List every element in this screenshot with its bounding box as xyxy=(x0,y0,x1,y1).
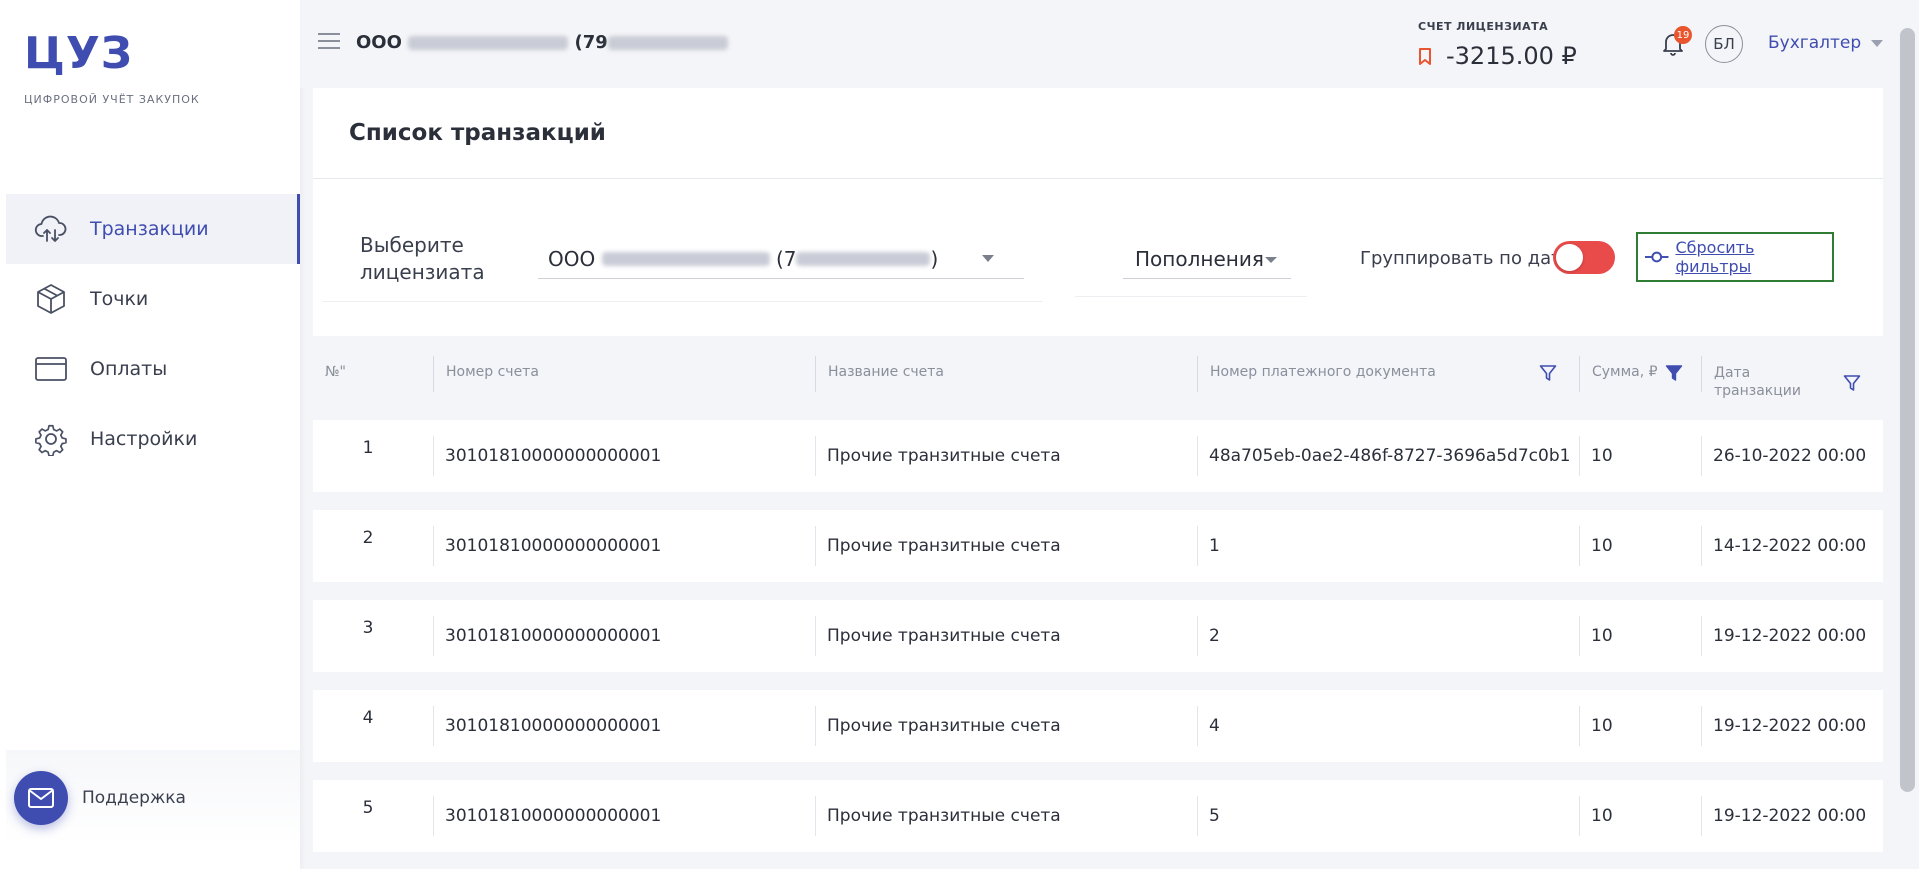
chevron-down-icon xyxy=(982,255,994,262)
group-by-date-toggle[interactable] xyxy=(1553,241,1615,274)
user-role-dropdown[interactable]: Бухгалтер xyxy=(1768,33,1884,53)
table-row[interactable]: 3 30101810000000000001 Прочие транзитные… xyxy=(313,600,1883,672)
filter-active-icon[interactable] xyxy=(1665,364,1683,382)
licensee-select[interactable]: ООО (7) xyxy=(538,240,1024,279)
cell-n: 4 xyxy=(362,708,374,728)
column-header-account-name[interactable]: Название счета xyxy=(815,356,1197,392)
cell-n: 3 xyxy=(362,618,374,638)
transaction-type-select[interactable]: Пополнения xyxy=(1123,240,1291,279)
sidebar-item-label: Оплаты xyxy=(90,358,168,380)
table-row[interactable]: 1 30101810000000000001 Прочие транзитные… xyxy=(313,420,1883,492)
account-label: СЧЕТ ЛИЦЕНЗИАТА xyxy=(1418,20,1549,33)
cell-doc-number: 2 xyxy=(1197,600,1579,672)
cell-account-name: Прочие транзитные счета xyxy=(815,510,1197,582)
cube-icon xyxy=(34,282,68,316)
sidebar: ЦУЗ ЦИФРОВОЙ УЧЁТ ЗАКУПОК Транзакции Точ… xyxy=(0,0,300,869)
sidebar-item-payments[interactable]: Оплаты xyxy=(6,334,300,404)
account-balance-value: -3215.00 ₽ xyxy=(1446,42,1577,70)
cloud-transfer-icon xyxy=(34,212,68,246)
app-logo[interactable]: ЦУЗ xyxy=(24,28,133,79)
redacted-org-number xyxy=(607,36,728,50)
cell-amount: 10 xyxy=(1579,420,1701,492)
chevron-down-icon xyxy=(1871,39,1884,47)
filter-reset-icon xyxy=(1644,251,1669,263)
cell-amount: 10 xyxy=(1579,690,1701,762)
sidebar-item-label: Транзакции xyxy=(90,218,209,240)
menu-icon[interactable] xyxy=(318,33,340,51)
cell-amount: 10 xyxy=(1579,780,1701,852)
column-header-account-number[interactable]: Номер счета xyxy=(433,356,815,392)
app-subtitle: ЦИФРОВОЙ УЧЁТ ЗАКУПОК xyxy=(24,93,200,106)
card-icon xyxy=(34,352,68,386)
scrollbar-thumb[interactable] xyxy=(1900,28,1915,792)
column-header-n[interactable]: №" xyxy=(313,336,433,408)
redacted-licensee-name xyxy=(601,252,770,266)
cell-account-number: 30101810000000000001 xyxy=(433,690,815,762)
cell-account-number: 30101810000000000001 xyxy=(433,510,815,582)
cell-date: 19-12-2022 00:00 xyxy=(1701,780,1883,852)
cell-date: 26-10-2022 00:00 xyxy=(1701,420,1883,492)
sidebar-item-settings[interactable]: Настройки xyxy=(6,404,300,474)
divider xyxy=(313,178,1883,179)
redacted-org-name xyxy=(408,36,569,50)
top-header: ООО (79 СЧЕТ ЛИЦЕНЗИАТА -3215.00 ₽ 19 БЛ… xyxy=(300,0,1896,88)
cell-account-number: 30101810000000000001 xyxy=(433,600,815,672)
reset-filters-label: Сбросить фильтры xyxy=(1675,238,1755,276)
table-row[interactable]: 2 30101810000000000001 Прочие транзитные… xyxy=(313,510,1883,582)
cell-account-number: 30101810000000000001 xyxy=(433,420,815,492)
filter-icon[interactable] xyxy=(1843,374,1861,392)
cell-account-name: Прочие транзитные счета xyxy=(815,690,1197,762)
filter-icon[interactable] xyxy=(1539,364,1557,382)
cell-account-number: 30101810000000000001 xyxy=(433,780,815,852)
gear-icon xyxy=(34,422,68,456)
sidebar-nav: Транзакции Точки Оплаты Настройки xyxy=(6,194,300,474)
page-scrollbar[interactable] xyxy=(1896,0,1919,869)
table-header: №" Номер счета Название счета Номер плат… xyxy=(313,336,1883,408)
cell-amount: 10 xyxy=(1579,510,1701,582)
support-button[interactable] xyxy=(14,771,68,825)
cell-amount: 10 xyxy=(1579,600,1701,672)
cell-account-name: Прочие транзитные счета xyxy=(815,420,1197,492)
cell-n: 2 xyxy=(362,528,374,548)
account-balance: -3215.00 ₽ xyxy=(1418,42,1577,70)
sidebar-item-label: Точки xyxy=(90,288,149,310)
page-title: Список транзакций xyxy=(349,120,606,146)
cell-doc-number: 1 xyxy=(1197,510,1579,582)
support-label[interactable]: Поддержка xyxy=(82,788,186,808)
divider xyxy=(323,301,1043,302)
user-role-label: Бухгалтер xyxy=(1768,33,1862,53)
table-row[interactable]: 5 30101810000000000001 Прочие транзитные… xyxy=(313,780,1883,852)
cell-date: 19-12-2022 00:00 xyxy=(1701,600,1883,672)
table-row[interactable]: 4 30101810000000000001 Прочие транзитные… xyxy=(313,690,1883,762)
chevron-down-icon xyxy=(1265,257,1277,263)
notifications-badge: 19 xyxy=(1674,26,1692,44)
cell-n: 1 xyxy=(362,438,374,458)
cell-account-name: Прочие транзитные счета xyxy=(815,780,1197,852)
cell-account-name: Прочие транзитные счета xyxy=(815,600,1197,672)
organization-name: ООО (79 xyxy=(356,32,728,53)
cell-n: 5 xyxy=(362,798,374,818)
support-block[interactable]: Поддержка xyxy=(6,750,300,846)
cell-doc-number: 5 xyxy=(1197,780,1579,852)
licensee-label: Выберите лицензиата xyxy=(360,233,485,284)
bookmark-icon xyxy=(1419,47,1431,65)
group-by-date-label: Группировать по дате xyxy=(1360,248,1573,269)
reset-filters-button[interactable]: Сбросить фильтры xyxy=(1636,232,1834,282)
column-header-doc-number[interactable]: Номер платежного документа xyxy=(1197,356,1579,392)
divider xyxy=(1075,296,1307,297)
cell-doc-number: 48a705eb-0ae2-486f-8727-3696a5d7c0b1 xyxy=(1197,420,1579,492)
cell-doc-number: 4 xyxy=(1197,690,1579,762)
sidebar-item-label: Настройки xyxy=(90,428,198,450)
sidebar-item-points[interactable]: Точки xyxy=(6,264,300,334)
cell-date: 19-12-2022 00:00 xyxy=(1701,690,1883,762)
avatar[interactable]: БЛ xyxy=(1705,25,1743,63)
sidebar-item-transactions[interactable]: Транзакции xyxy=(6,194,300,264)
toggle-knob xyxy=(1556,244,1583,271)
mail-icon xyxy=(28,788,54,808)
transactions-card: Список транзакций Выберите лицензиата ОО… xyxy=(313,88,1883,336)
redacted-licensee-number xyxy=(796,252,931,266)
cell-date: 14-12-2022 00:00 xyxy=(1701,510,1883,582)
